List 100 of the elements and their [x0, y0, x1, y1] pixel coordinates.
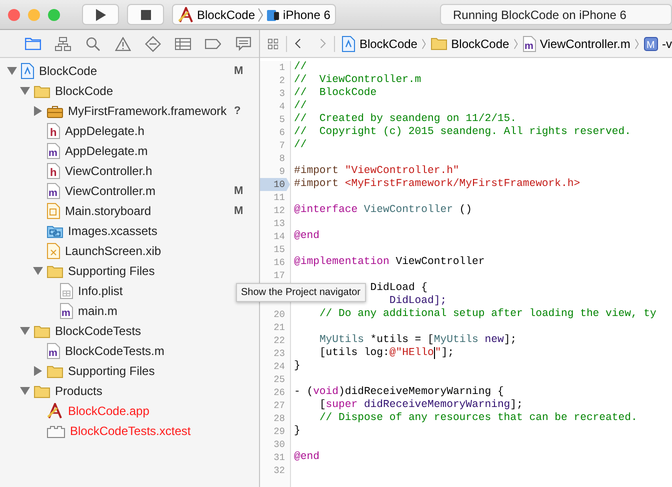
breadcrumb[interactable]: BlockCode [431, 36, 510, 50]
disclosure-triangle-icon[interactable] [34, 366, 42, 376]
tree-item[interactable]: BlockCode [20, 81, 114, 101]
tree-item[interactable]: m BlockCodeTests.m [33, 341, 164, 361]
code-line: // [294, 61, 307, 73]
file-name: Supporting Files [68, 364, 155, 378]
property-list-icon [60, 283, 73, 299]
chevron-icon [635, 36, 640, 50]
line-number: 29 [272, 425, 286, 438]
line-number: 2 [278, 74, 286, 87]
file-name: ViewController.m [65, 184, 156, 198]
line-number: 14 [272, 230, 286, 243]
toolbox-icon [47, 104, 63, 118]
forward-icon[interactable] [320, 37, 326, 50]
tree-item[interactable]: LaunchScreen.xib [33, 241, 162, 261]
folder-icon [25, 37, 41, 50]
tree-item[interactable]: m AppDelegate.m [33, 141, 148, 161]
disclosure-triangle-icon[interactable] [20, 327, 30, 335]
file-name: BlockCodeTests.xctest [70, 424, 191, 438]
device-label: iPhone 6 [283, 8, 330, 22]
tree-item[interactable]: Images.xcassets [33, 221, 158, 241]
breadcrumb[interactable]: m ViewController.m [522, 36, 630, 52]
line-number: 10 [260, 178, 290, 191]
disclosure-triangle-icon[interactable] [7, 67, 17, 75]
code-line: // ViewController.m [294, 74, 422, 86]
code-line: // BlockCode [294, 87, 377, 99]
source-file-icon: m [47, 183, 60, 199]
phone-icon [266, 8, 280, 22]
code-line: // Dispose of any resources that can be recreated. [319, 412, 638, 424]
code-line: #import "ViewController.h" [294, 165, 460, 177]
project-file-icon [342, 36, 356, 52]
grid-icon[interactable] [268, 36, 278, 50]
file-name: AppDelegate.m [65, 144, 148, 158]
line-number: 7 [278, 139, 286, 152]
file-name: BlockCode.app [68, 404, 150, 418]
file-name: main.m [78, 304, 118, 318]
breadcrumb[interactable]: M -v [644, 36, 672, 50]
tooltip: Show the Project navigator [236, 283, 366, 302]
tree-item[interactable]: Info.plist [46, 281, 123, 301]
status-label: ? [234, 105, 241, 117]
folder-icon [47, 264, 63, 278]
line-number: 22 [272, 334, 286, 347]
chevron-icon [514, 36, 518, 50]
stop-button[interactable] [127, 4, 164, 25]
file-name: BlockCode [55, 84, 114, 98]
stop-icon [140, 10, 150, 20]
file-name: Main.storyboard [65, 204, 152, 218]
line-number: 28 [272, 412, 286, 425]
source-file-icon: m [47, 143, 60, 159]
search-icon [86, 36, 100, 50]
line-number: 16 [272, 256, 286, 269]
disclosure-triangle-icon[interactable] [33, 267, 43, 275]
line-number: 20 [272, 308, 286, 321]
tree-item[interactable]: m ViewController.m [33, 181, 156, 201]
hierarchy-icon [55, 36, 71, 50]
run-button[interactable] [82, 4, 119, 25]
code-line: @end [294, 230, 320, 242]
line-number: 17 [272, 269, 286, 282]
code-line: // Created by seandeng on 11/2/15. [294, 113, 517, 125]
disclosure-triangle-icon[interactable] [20, 387, 30, 395]
tree-item[interactable]: BlockCode [7, 61, 98, 81]
list-icon [175, 38, 191, 50]
tree-item[interactable]: MyFirstFramework.framework [33, 101, 227, 121]
code-line: @end [294, 451, 320, 463]
code-line: - (void)didReceiveMemoryWarning { [294, 386, 504, 398]
file-name: MyFirstFramework.framework [68, 104, 227, 118]
code-line: // Do any additional setup after loading the view, ty [319, 308, 656, 320]
breadcrumb[interactable]: BlockCode [342, 36, 418, 52]
line-number: 8 [278, 152, 286, 165]
tree-item[interactable]: Main.storyboard [33, 201, 152, 221]
disclosure-triangle-icon[interactable] [34, 106, 42, 116]
tree-item[interactable]: Supporting Files [33, 261, 155, 281]
folder-icon [34, 324, 50, 338]
tree-item[interactable]: BlockCodeTests.xctest [33, 421, 191, 441]
project-file-icon [21, 63, 34, 79]
tree-item[interactable]: m main.m [46, 301, 118, 321]
tree-item[interactable]: BlockCodeTests [20, 321, 142, 341]
file-name: BlockCodeTests.m [65, 344, 164, 358]
file-name: BlockCodeTests [55, 324, 142, 338]
line-number: 13 [272, 217, 286, 230]
tag-icon [205, 38, 221, 48]
close-button[interactable] [8, 8, 20, 20]
tree-item[interactable]: Supporting Files [33, 361, 155, 381]
chevron-icon [422, 36, 426, 50]
status-label: M [234, 185, 244, 197]
tree-item[interactable]: h ViewController.h [33, 161, 152, 181]
source-file-icon: m [47, 343, 60, 359]
tree-item[interactable]: h AppDelegate.h [33, 121, 144, 141]
asset-catalog-icon [47, 224, 63, 238]
app-icon [47, 403, 63, 419]
disclosure-triangle-icon[interactable] [20, 87, 30, 95]
line-number: 1 [278, 61, 286, 74]
code-line: @implementation ViewController [294, 256, 485, 268]
line-number: 15 [272, 243, 286, 256]
scheme-selector[interactable]: BlockCode iPhone 6 [172, 4, 336, 25]
file-name: Images.xcassets [68, 224, 158, 238]
tree-item[interactable]: Products [20, 381, 102, 401]
line-number: 23 [272, 347, 286, 360]
back-icon[interactable] [295, 37, 301, 50]
tree-item[interactable]: BlockCode.app [33, 401, 150, 421]
